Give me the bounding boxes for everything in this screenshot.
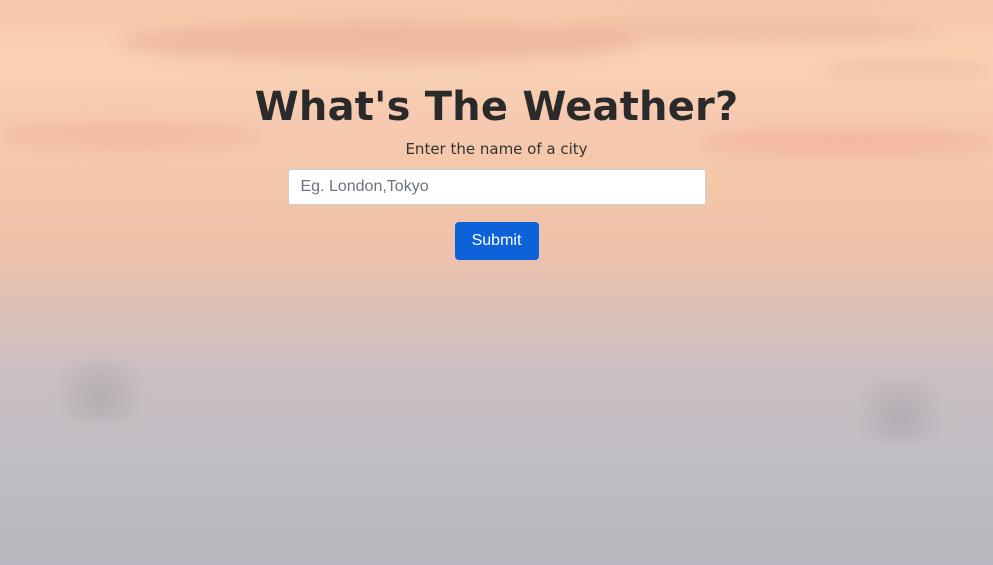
page-subtitle: Enter the name of a city	[405, 140, 588, 158]
city-input[interactable]	[287, 169, 706, 205]
tree-silhouette	[40, 360, 160, 420]
page-title: What's The Weather?	[254, 84, 739, 130]
weather-form-container: What's The Weather? Enter the name of a …	[0, 0, 993, 260]
tree-silhouette	[840, 380, 960, 440]
submit-button[interactable]: Submit	[454, 222, 539, 260]
